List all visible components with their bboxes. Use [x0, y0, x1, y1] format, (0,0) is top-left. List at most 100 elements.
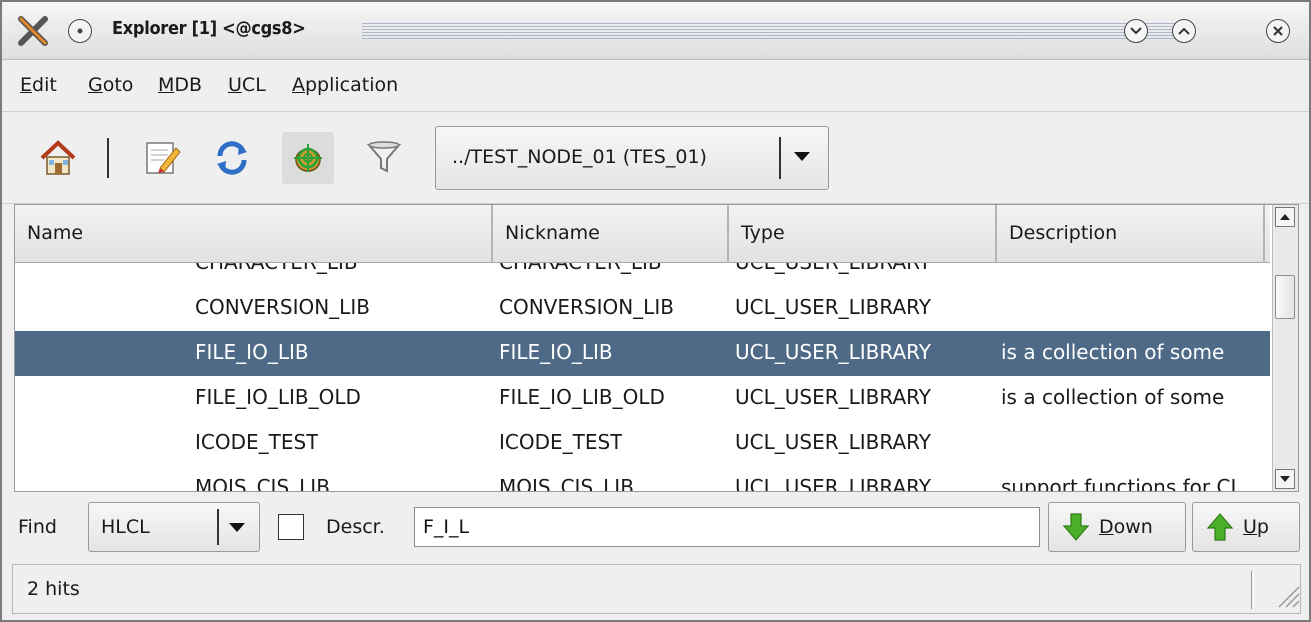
title-bar[interactable]: Explorer [1] <@cgs8>: [2, 2, 1309, 60]
cell-name: MOIS_CIS_LIB: [195, 475, 330, 492]
column-header-type[interactable]: Type: [729, 205, 997, 263]
find-input[interactable]: [414, 507, 1040, 547]
target-button[interactable]: [282, 132, 334, 184]
status-bar: 2 hits: [12, 564, 1301, 614]
chevron-up-icon: [1178, 27, 1190, 35]
menu-goto[interactable]: Goto: [88, 74, 133, 96]
menu-mnemonic: E: [20, 74, 33, 96]
title-bar-decoration: [362, 23, 1189, 39]
find-down-button[interactable]: Down: [1048, 502, 1186, 552]
explorer-window: Explorer [1] <@cgs8> Edit Goto MDB UCL A…: [0, 0, 1311, 622]
cell-name: CHARACTER_LIB: [195, 263, 358, 274]
menu-mnemonic: G: [88, 74, 103, 96]
scroll-up-button[interactable]: [1275, 207, 1295, 227]
descr-label: Descr.: [326, 516, 385, 538]
table-row[interactable]: CHARACTER_LIB CHARACTER_LIB UCL_USER_LIBRA…: [15, 263, 1270, 286]
menu-mnemonic: M: [158, 74, 175, 96]
find-mode-select[interactable]: HLCL: [88, 502, 260, 552]
resize-grip-icon[interactable]: [1273, 579, 1301, 613]
cell-name: CONVERSION_LIB: [195, 295, 370, 319]
target-bug-icon: [294, 144, 322, 172]
table-row[interactable]: FILE_IO_LIB_OLD FILE_IO_LIB_OLD UCL_USER_L…: [15, 376, 1270, 421]
table-header: Name Nickname Type Description: [15, 205, 1270, 263]
status-text: 2 hits: [27, 578, 80, 600]
menu-label: pplication: [305, 74, 399, 96]
app-icon[interactable]: [16, 14, 50, 53]
find-up-button[interactable]: Up: [1192, 502, 1300, 552]
table-row[interactable]: CONVERSION_LIB CONVERSION_LIB UCL_USER_LIB…: [15, 286, 1270, 331]
dot-icon: [77, 28, 83, 34]
cell-type: UCL_USER_LIBRARY: [735, 295, 931, 319]
scrollbar-thumb[interactable]: [1275, 275, 1295, 319]
dropdown-arrow-icon[interactable]: [229, 523, 245, 532]
chevron-down-icon: [1130, 27, 1142, 35]
table-row[interactable]: ICODE_TEST ICODE_TEST UCL_USER_LIBRARY: [15, 421, 1270, 466]
minimize-button[interactable]: [1124, 19, 1148, 43]
vertical-scrollbar[interactable]: [1272, 205, 1298, 491]
cell-nickname: MOIS_CIS_LIB: [499, 475, 634, 492]
scroll-down-button[interactable]: [1275, 469, 1295, 489]
toolbar-separator: [107, 138, 109, 178]
home-icon: [40, 140, 76, 175]
descr-checkbox[interactable]: [278, 514, 304, 540]
filter-icon: [366, 141, 402, 173]
edit-icon: [146, 142, 181, 174]
table-row[interactable]: MOIS_CIS_LIB MOIS_CIS_LIB UCL_USER_LIBRARY…: [15, 466, 1270, 492]
cell-nickname: FILE_IO_LIB_OLD: [499, 385, 665, 409]
cell-nickname: CONVERSION_LIB: [499, 295, 674, 319]
maximize-button[interactable]: [1172, 19, 1196, 43]
up-mnemonic: Up: [1243, 516, 1269, 538]
cell-nickname: ICODE_TEST: [499, 430, 623, 454]
menu-mnemonic: U: [228, 74, 242, 96]
window-menu-button[interactable]: [68, 19, 92, 43]
toolbar: ../TEST_NODE_01 (TES_01): [2, 112, 1309, 204]
cell-type: UCL_USER_LIBRARY: [735, 385, 931, 409]
menu-mdb[interactable]: MDB: [158, 74, 202, 96]
status-separator: [1251, 571, 1254, 609]
table-row[interactable]: FILE_IO_LIB FILE_IO_LIB UCL_USER_LIBRARY is…: [15, 331, 1270, 376]
cell-type: UCL_USER_LIBRARY: [735, 475, 931, 492]
combo-divider: [779, 137, 781, 179]
refresh-button[interactable]: [206, 132, 258, 184]
triangle-down-icon: [1280, 476, 1290, 482]
menu-label: oto: [102, 74, 134, 96]
refresh-icon: [217, 141, 247, 175]
cell-name: ICODE_TEST: [195, 430, 319, 454]
cell-type: UCL_USER_LIBRARY: [735, 430, 931, 454]
menu-label: dit: [32, 74, 57, 96]
dropdown-arrow-icon[interactable]: [794, 152, 810, 161]
cell-nickname: CHARACTER_LIB: [499, 263, 662, 274]
cell-name: FILE_IO_LIB: [195, 340, 309, 364]
cell-description: support functions for CI: [1001, 475, 1237, 492]
cell-description: is a collection of some: [1001, 385, 1225, 409]
home-button[interactable]: [32, 132, 84, 184]
table-body: CHARACTER_LIB CHARACTER_LIB UCL_USER_LIBRA…: [15, 263, 1270, 492]
find-bar: Find HLCL Descr. Down Up: [2, 492, 1309, 562]
cell-name: FILE_IO_LIB_OLD: [195, 385, 361, 409]
triangle-up-icon: [1280, 214, 1290, 220]
column-header-description[interactable]: Description: [997, 205, 1265, 263]
combo-divider: [217, 509, 219, 545]
column-header-name[interactable]: Name: [15, 205, 493, 263]
menu-bar: Edit Goto MDB UCL Application: [2, 60, 1309, 112]
menu-application[interactable]: Application: [292, 74, 398, 96]
column-header-nickname[interactable]: Nickname: [493, 205, 729, 263]
arrow-up-icon: [1207, 513, 1233, 541]
cell-type: UCL_USER_LIBRARY: [735, 340, 931, 364]
find-label: Find: [18, 516, 57, 538]
filter-button[interactable]: [358, 132, 410, 184]
menu-ucl[interactable]: UCL: [228, 74, 266, 96]
node-select[interactable]: ../TEST_NODE_01 (TES_01): [435, 126, 829, 190]
edit-button[interactable]: [136, 132, 188, 184]
close-icon: [1273, 26, 1283, 36]
down-mnemonic: Down: [1099, 516, 1153, 538]
window-title: Explorer [1] <@cgs8>: [112, 18, 306, 39]
close-button[interactable]: [1266, 19, 1290, 43]
menu-mnemonic: A: [292, 74, 305, 96]
menu-label: CL: [241, 74, 266, 96]
menu-label: DB: [174, 74, 203, 96]
library-table: Name Nickname Type Description CHARACTER…: [14, 204, 1299, 492]
cell-type: UCL_USER_LIBRARY: [735, 263, 931, 274]
menu-edit[interactable]: Edit: [20, 74, 57, 96]
find-mode-value: HLCL: [101, 516, 150, 538]
